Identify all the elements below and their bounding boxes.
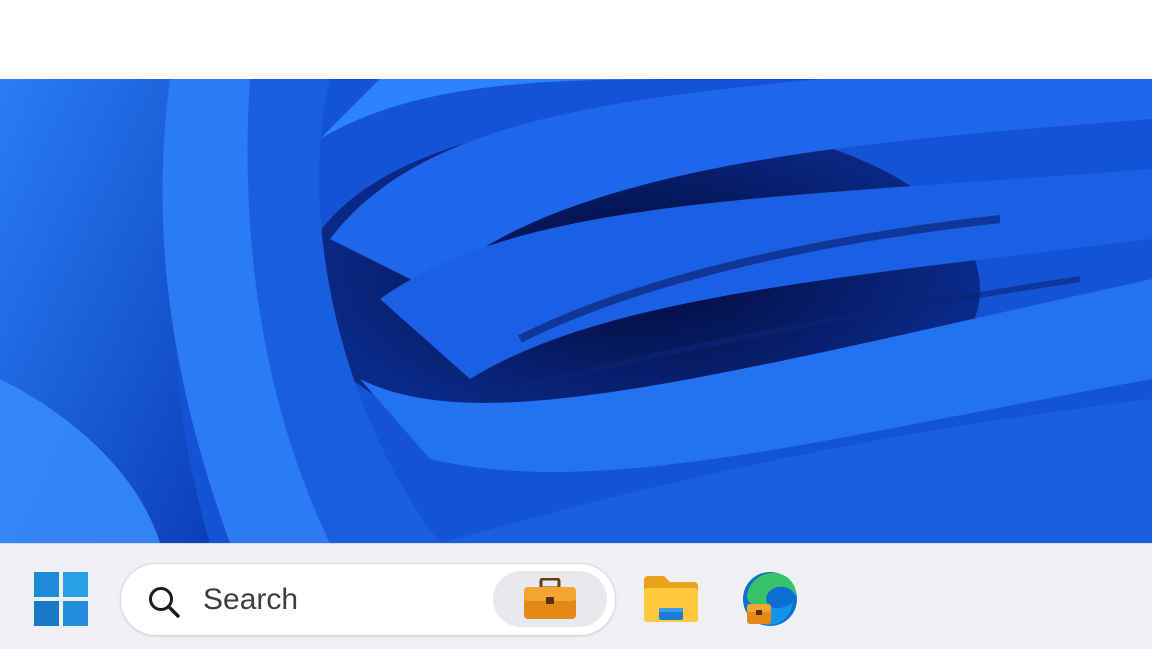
folder-icon xyxy=(644,576,698,622)
desktop-wallpaper xyxy=(0,79,1152,543)
file-explorer-button[interactable] xyxy=(638,566,704,632)
microsoft-edge-button[interactable] xyxy=(737,566,803,632)
top-strip xyxy=(0,0,1152,79)
search-label: Search xyxy=(203,583,299,616)
start-button[interactable] xyxy=(30,568,92,630)
taskbar: Search xyxy=(0,543,1152,649)
search-highlight[interactable] xyxy=(493,571,607,627)
windows-logo-icon xyxy=(34,572,88,626)
edge-icon xyxy=(743,572,797,626)
briefcase-icon xyxy=(524,578,576,619)
search-icon xyxy=(149,587,180,618)
search-box[interactable]: Search xyxy=(120,563,616,636)
wallpaper-bloom-graphic xyxy=(0,79,1152,543)
